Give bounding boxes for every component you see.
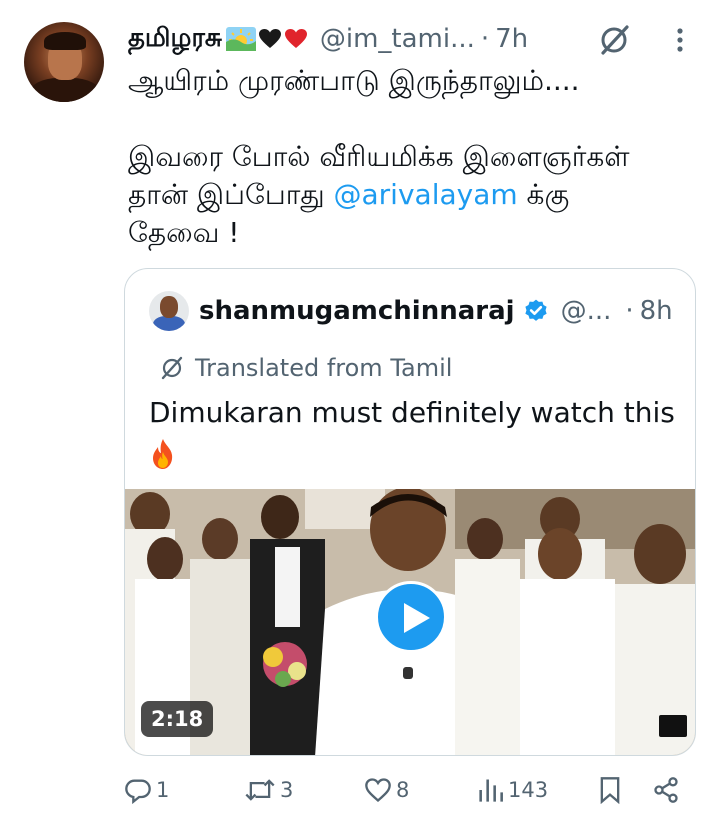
like-button[interactable]: 8 xyxy=(364,770,409,810)
avatar-shoulders xyxy=(153,316,185,331)
view-count: 143 xyxy=(508,778,549,802)
repost-count: 3 xyxy=(280,778,294,802)
author-avatar[interactable] xyxy=(24,22,104,102)
bookmark-button[interactable] xyxy=(598,770,622,810)
quoted-tweet-text-content: Dimukaran must definitely watch this xyxy=(149,396,675,429)
tweet-text-line: ஆயிரம் முரண்பாடு இருந்தாலும்.... xyxy=(128,64,580,97)
tweet-header: தமிழரசு @im_tami... · 7h xyxy=(128,22,528,56)
quoted-tweet[interactable]: shanmugamchinnaraj @... · 8h Translated … xyxy=(124,268,696,756)
views-button[interactable]: 143 xyxy=(476,770,548,810)
bookmark-icon xyxy=(600,777,620,804)
quoted-tweet-timestamp[interactable]: 8h xyxy=(640,296,673,326)
tweet-actions: 1 3 8 143 xyxy=(124,770,696,810)
grok-icon[interactable] xyxy=(596,22,632,58)
tweet-text-fragment: தான் இப்போது xyxy=(128,178,334,211)
verified-badge-icon xyxy=(524,299,547,321)
author-display-name[interactable]: தமிழரசு xyxy=(128,23,222,56)
sunrise-emoji-icon xyxy=(225,27,256,51)
black-heart-icon xyxy=(258,29,281,48)
tweet-text-line: தேவை ! xyxy=(128,216,240,249)
quoted-author-handle[interactable]: @... xyxy=(561,296,612,326)
heart-icon xyxy=(365,778,391,803)
share-button[interactable] xyxy=(652,770,680,810)
play-button[interactable] xyxy=(375,581,447,653)
tweet[interactable]: தமிழரசு @im_tami... · 7h ஆயிரம் முரண்பாட… xyxy=(0,0,720,819)
translated-label: Translated from Tamil xyxy=(159,353,452,383)
channel-logo xyxy=(659,715,687,737)
views-icon xyxy=(479,779,503,802)
quoted-tweet-header: shanmugamchinnaraj @... · 8h xyxy=(199,291,673,331)
play-icon xyxy=(404,603,430,633)
reply-count: 1 xyxy=(156,778,170,802)
reply-icon xyxy=(125,779,151,804)
repost-icon xyxy=(245,779,275,801)
video-duration: 2:18 xyxy=(141,701,214,737)
reply-button[interactable]: 1 xyxy=(124,770,169,810)
red-heart-icon xyxy=(284,29,307,48)
quoted-author-avatar[interactable] xyxy=(149,291,189,331)
quoted-tweet-text: Dimukaran must definitely watch this xyxy=(149,393,679,473)
author-handle[interactable]: @im_tami... xyxy=(320,24,475,54)
translate-icon xyxy=(161,356,183,380)
tweet-text: ஆயிரம் முரண்பாடு இருந்தாலும்.... இவரை போ… xyxy=(128,62,688,252)
tweet-text-line: தான் இப்போது @arivalayam க்கு xyxy=(128,176,688,214)
translated-label-text: Translated from Tamil xyxy=(195,354,453,382)
avatar-face xyxy=(160,296,178,318)
more-icon[interactable] xyxy=(668,24,692,56)
header-separator: · xyxy=(480,24,490,54)
tweet-text-fragment: க்கு xyxy=(517,178,570,211)
name-emojis xyxy=(225,27,308,51)
header-separator: · xyxy=(625,296,634,326)
like-count: 8 xyxy=(396,778,410,802)
tweet-timestamp[interactable]: 7h xyxy=(495,24,528,54)
quoted-author-display-name[interactable]: shanmugamchinnaraj xyxy=(199,296,515,326)
tweet-text-line: இவரை போல் வீரியமிக்க இளைஞர்கள் xyxy=(128,140,630,173)
fire-emoji-icon xyxy=(153,439,173,469)
video-player[interactable]: 2:18 xyxy=(125,489,695,755)
mention-link[interactable]: @arivalayam xyxy=(334,178,518,211)
avatar-shoulders xyxy=(30,78,100,102)
avatar-hair xyxy=(44,32,86,50)
repost-button[interactable]: 3 xyxy=(244,770,293,810)
share-icon xyxy=(654,777,678,803)
